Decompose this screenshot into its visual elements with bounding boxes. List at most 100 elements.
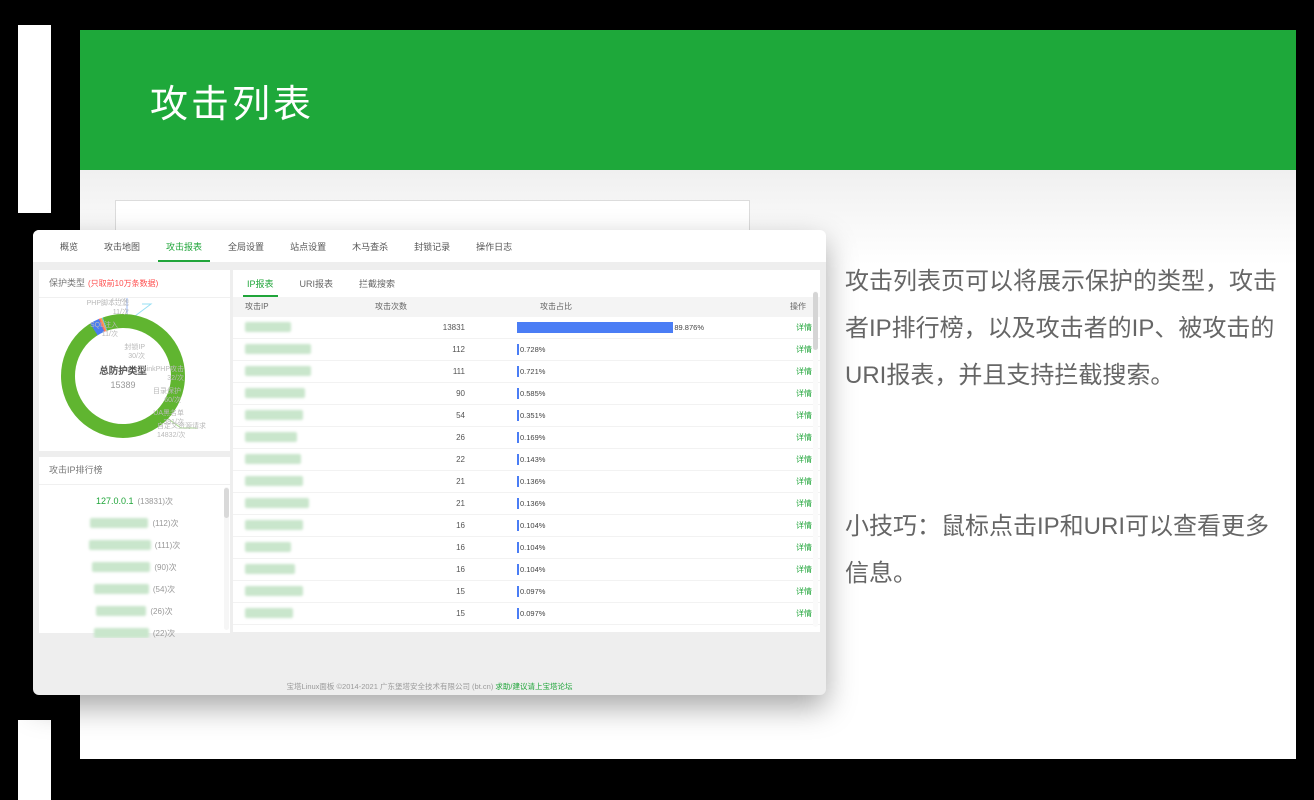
redacted-attack-ip[interactable] <box>245 476 303 486</box>
redacted-ip[interactable] <box>88 540 151 550</box>
percent-label: 0.104% <box>520 543 546 552</box>
percent-bar <box>517 498 519 509</box>
percent-label: 0.169% <box>520 433 546 442</box>
detail-link[interactable]: 详情 <box>796 339 812 360</box>
table-scrollbar-thumb[interactable] <box>813 292 818 350</box>
table-scrollbar[interactable] <box>813 291 818 627</box>
percent-bar <box>517 344 519 355</box>
report-tab-2[interactable]: URI报表 <box>300 270 334 297</box>
attack-count-cell: 90 <box>456 389 465 398</box>
attack-count-cell: 111 <box>452 367 465 376</box>
attack-count-cell: 16 <box>456 565 465 574</box>
donut-label-1: PHP脚本过滤 11/次 <box>86 300 129 316</box>
percent-bar <box>517 608 519 619</box>
attack-count-cell: 21 <box>456 477 465 486</box>
detail-link[interactable]: 详情 <box>796 361 812 382</box>
redacted-attack-ip[interactable] <box>245 388 305 398</box>
redacted-attack-ip[interactable] <box>245 410 303 420</box>
panel-nav-tabs: 概览 攻击地图 攻击报表 全局设置 站点设置 木马查杀 封锁记录 操作日志 <box>33 230 826 262</box>
redacted-attack-ip[interactable] <box>245 322 291 332</box>
col-header-attack-ip: 攻击IP <box>245 302 269 311</box>
nav-tab-3[interactable]: 攻击报表 <box>153 230 215 262</box>
rank-count-text: (111)次 <box>154 540 181 550</box>
redacted-attack-ip[interactable] <box>245 564 295 574</box>
percent-bar <box>517 454 519 465</box>
attack-count-cell: 16 <box>456 543 465 552</box>
rank-scrollbar-thumb[interactable] <box>224 488 229 518</box>
redacted-attack-ip[interactable] <box>245 542 291 552</box>
bt-panel-screenshot-card: 概览 攻击地图 攻击报表 全局设置 站点设置 木马查杀 封锁记录 操作日志 保护类型 (只取前1… <box>33 230 826 695</box>
detail-link[interactable]: 详情 <box>796 405 812 426</box>
redacted-ip[interactable] <box>93 584 149 594</box>
redacted-attack-ip[interactable] <box>245 498 309 508</box>
rank-scrollbar[interactable] <box>224 487 229 630</box>
table-row: 15 0.097% 详情 <box>233 603 820 625</box>
detail-link[interactable]: 详情 <box>796 427 812 448</box>
detail-link[interactable]: 详情 <box>796 603 812 624</box>
attack-count-cell: 22 <box>456 455 465 464</box>
left-white-bar-bottom <box>18 720 51 800</box>
donut-center-value: 15389 <box>110 379 136 390</box>
attack-count-cell: 26 <box>456 433 465 442</box>
percent-bar <box>517 586 519 597</box>
redacted-attack-ip[interactable] <box>245 586 303 596</box>
nav-tab-7[interactable]: 封锁记录 <box>401 230 463 262</box>
detail-link[interactable]: 详情 <box>796 317 812 338</box>
attack-count-cell: 15 <box>456 587 465 596</box>
rank-item-6[interactable]: (26)次 <box>39 600 230 622</box>
redacted-ip[interactable] <box>96 606 147 616</box>
rank-item-7[interactable]: (22)次 <box>39 622 230 638</box>
attack-ip-rank-panel: 攻击IP排行榜 127.0.0.1 (13831)次 (112)次 (111)次 (90… <box>39 457 230 638</box>
attack-table-body: 13831 89.876% 详情 112 0.728% 详情 111 0.721% 详情 90 0.… <box>233 317 820 625</box>
nav-tab-6[interactable]: 木马查杀 <box>339 230 401 262</box>
redacted-attack-ip[interactable] <box>245 454 301 464</box>
rank-item-5[interactable]: (54)次 <box>39 578 230 600</box>
redacted-attack-ip[interactable] <box>245 608 293 618</box>
detail-link[interactable]: 详情 <box>796 383 812 404</box>
detail-link[interactable]: 详情 <box>796 515 812 536</box>
protection-donut-chart: 总防护类型 15389 11/次 PHP脚本过滤 11/次 SQL注入 11/次 封锁I… <box>39 298 230 450</box>
redacted-attack-ip[interactable] <box>245 520 303 530</box>
rank-item-1[interactable]: 127.0.0.1 (13831)次 <box>39 490 230 512</box>
nav-tab-4[interactable]: 全局设置 <box>215 230 277 262</box>
rank-count-text: (13831)次 <box>137 496 174 506</box>
detail-link[interactable]: 详情 <box>796 559 812 580</box>
protection-title-text: 保护类型 <box>49 278 86 288</box>
rank-item-4[interactable]: (90)次 <box>39 556 230 578</box>
report-tab-3[interactable]: 拦截搜索 <box>359 270 395 297</box>
detail-link[interactable]: 详情 <box>796 581 812 602</box>
redacted-ip[interactable] <box>90 518 149 528</box>
rank-ip-text[interactable]: 127.0.0.1 <box>96 496 134 506</box>
detail-link[interactable]: 详情 <box>796 471 812 492</box>
percent-bar <box>517 520 519 531</box>
percent-bar <box>517 476 519 487</box>
attack-count-cell: 54 <box>456 411 465 420</box>
nav-tab-1[interactable]: 概览 <box>47 230 91 262</box>
detail-link[interactable]: 详情 <box>796 493 812 514</box>
table-row: 16 0.104% 详情 <box>233 515 820 537</box>
detail-link[interactable]: 详情 <box>796 537 812 558</box>
nav-tab-2[interactable]: 攻击地图 <box>91 230 153 262</box>
redacted-attack-ip[interactable] <box>245 432 297 442</box>
rank-count-text: (112)次 <box>152 518 179 528</box>
protection-note: (只取前10万条数据) <box>88 279 159 288</box>
rank-item-3[interactable]: (111)次 <box>39 534 230 556</box>
rank-item-2[interactable]: (112)次 <box>39 512 230 534</box>
percent-label: 0.097% <box>520 609 546 618</box>
percent-label: 0.136% <box>520 477 546 486</box>
footer-forum-link[interactable]: 求助/建议请上宝塔论坛 <box>495 682 572 691</box>
percent-label: 0.136% <box>520 499 546 508</box>
table-row: 111 0.721% 详情 <box>233 361 820 383</box>
description-paragraph-2: 小技巧：鼠标点击IP和URI可以查看更多信息。 <box>845 513 1270 587</box>
redacted-attack-ip[interactable] <box>245 366 311 376</box>
report-panel: IP报表 URI报表 拦截搜索 攻击IP 攻击次数 攻击占比 操作 13831 89.… <box>233 270 820 632</box>
nav-tab-5[interactable]: 站点设置 <box>277 230 339 262</box>
report-tab-1[interactable]: IP报表 <box>243 270 277 297</box>
redacted-attack-ip[interactable] <box>245 344 311 354</box>
table-row: 16 0.104% 详情 <box>233 537 820 559</box>
redacted-ip[interactable] <box>93 628 149 638</box>
percent-label: 0.104% <box>520 521 546 530</box>
nav-tab-8[interactable]: 操作日志 <box>463 230 525 262</box>
redacted-ip[interactable] <box>92 562 151 572</box>
detail-link[interactable]: 详情 <box>796 449 812 470</box>
